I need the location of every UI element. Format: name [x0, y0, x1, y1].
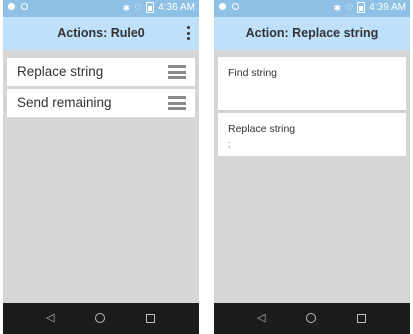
bluetooth-icon: ✱ [333, 2, 342, 13]
navigation-bar: ◁ [214, 303, 410, 334]
battery-icon [357, 2, 366, 13]
navigation-bar: ◁ [3, 303, 199, 334]
recents-icon[interactable] [146, 314, 155, 323]
bluetooth-icon: ✱ [122, 2, 131, 13]
notification-dot-icon [8, 3, 15, 10]
sync-icon [232, 3, 239, 10]
actions-list: Replace string Send remaining [7, 58, 195, 120]
drag-handle-icon[interactable] [168, 96, 186, 110]
home-icon[interactable] [95, 313, 105, 323]
list-item-send-remaining[interactable]: Send remaining [7, 89, 195, 118]
battery-icon [146, 2, 155, 13]
drag-handle-icon[interactable] [168, 65, 186, 79]
phone-screen-replace-string: ✱ ♡ 4:39 AM Action: Replace string Find … [214, 0, 410, 334]
phone-screen-actions: ✱ ♡ 4:36 AM Actions: Rule0 Replace strin… [3, 0, 199, 334]
replace-string-value: ; [228, 139, 231, 149]
replace-string-label: Replace string [228, 123, 296, 135]
replace-string-field[interactable]: Replace string ; [218, 113, 406, 156]
home-icon[interactable] [306, 313, 316, 323]
page-title: Action: Replace string [245, 26, 379, 40]
wifi-icon: ♡ [345, 2, 354, 13]
status-bar: ✱ ♡ 4:39 AM [214, 0, 410, 17]
sync-icon [21, 3, 28, 10]
back-icon[interactable]: ◁ [257, 312, 265, 324]
find-string-field[interactable]: Find string [218, 57, 406, 111]
wifi-icon: ♡ [134, 2, 143, 13]
status-time: 4:36 AM [158, 2, 195, 13]
notification-dot-icon [219, 3, 226, 10]
app-bar: Action: Replace string [214, 17, 410, 50]
status-bar: ✱ ♡ 4:36 AM [3, 0, 199, 17]
overflow-menu-icon[interactable] [183, 25, 193, 41]
back-icon[interactable]: ◁ [46, 312, 54, 324]
list-item-replace-string[interactable]: Replace string [7, 58, 195, 87]
list-item-label: Send remaining [17, 95, 112, 110]
list-item-label: Replace string [17, 64, 104, 79]
find-string-label: Find string [228, 67, 278, 79]
page-title: Actions: Rule0 [57, 26, 145, 40]
status-time: 4:39 AM [369, 2, 406, 13]
replace-string-form: Find string Replace string ; [218, 57, 406, 156]
app-bar: Actions: Rule0 [3, 17, 199, 50]
recents-icon[interactable] [357, 314, 366, 323]
